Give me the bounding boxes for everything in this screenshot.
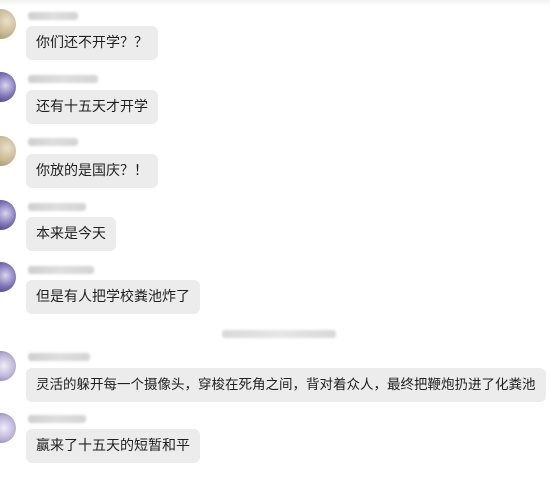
avatar[interactable] [0, 262, 16, 292]
message-bubble[interactable]: 你们还不开学？？ [26, 26, 158, 60]
avatar[interactable] [0, 9, 16, 39]
top-edge [0, 0, 550, 6]
sender-name-blurred [28, 353, 90, 361]
sender-name-blurred [28, 12, 78, 20]
sender-name-blurred [28, 415, 86, 423]
avatar[interactable] [0, 413, 16, 443]
avatar[interactable] [0, 200, 16, 230]
sender-name-blurred [28, 138, 78, 146]
message-bubble[interactable]: 灵活的躲开每一个摄像头，穿梭在死角之间，背对着众人，最终把鞭炮扔进了化粪池 [26, 368, 546, 402]
message-bubble[interactable]: 本来是今天 [26, 217, 116, 251]
avatar[interactable] [0, 136, 16, 166]
sender-name-blurred [28, 203, 86, 211]
message-bubble[interactable]: 但是有人把学校粪池炸了 [26, 280, 200, 314]
system-notice-blurred [222, 330, 336, 338]
avatar[interactable] [0, 72, 16, 102]
avatar[interactable] [0, 351, 16, 381]
message-bubble[interactable]: 赢来了十五天的短暂和平 [26, 429, 200, 463]
message-bubble[interactable]: 还有十五天才开学 [26, 90, 158, 124]
message-bubble[interactable]: 你放的是国庆？！ [26, 154, 158, 188]
sender-name-blurred [28, 266, 94, 274]
sender-name-blurred [28, 75, 98, 83]
